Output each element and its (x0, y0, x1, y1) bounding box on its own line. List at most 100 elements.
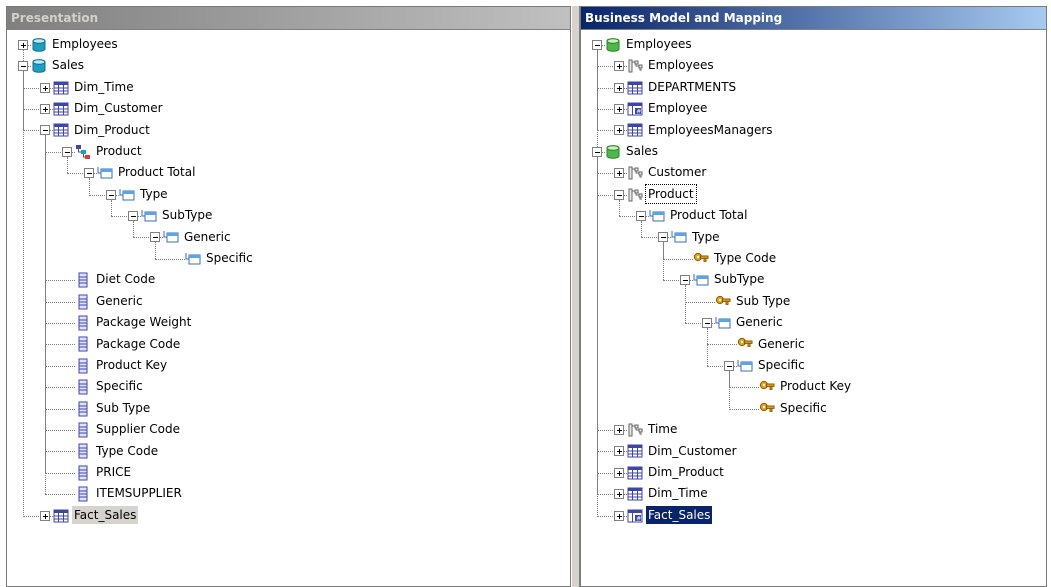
tree-node-label: Product Key (780, 379, 852, 394)
expand-toggle-icon[interactable] (614, 467, 624, 478)
collapse-toggle-icon[interactable] (592, 146, 602, 157)
tree-connector (729, 408, 759, 410)
tree-node-label: Sub Type (96, 400, 151, 415)
tree-node-label: DEPARTMENTS (648, 79, 737, 94)
table-icon (627, 443, 643, 459)
catalog-icon (31, 37, 47, 53)
expand-toggle-icon[interactable] (40, 82, 50, 93)
tree-node-label: Generic (758, 336, 805, 351)
key-icon (715, 294, 731, 310)
table-icon (53, 80, 69, 96)
tree-node-label: Dim_Customer (648, 443, 737, 458)
tree-connector (67, 156, 68, 174)
tree-node-label: Specific (758, 358, 805, 372)
collapse-toggle-icon[interactable] (636, 210, 646, 221)
tree-node-label: Product Total (118, 165, 196, 180)
tree-connector (23, 71, 24, 516)
expand-toggle-icon[interactable] (614, 424, 624, 435)
svg-text:#: # (636, 515, 641, 522)
tree-connector (45, 472, 75, 474)
column-icon (75, 443, 91, 459)
business-model-icon (605, 144, 621, 160)
level-icon (141, 208, 157, 224)
collapse-toggle-icon[interactable] (40, 125, 50, 136)
collapse-toggle-icon[interactable] (680, 275, 690, 286)
business-model-icon (605, 37, 621, 53)
collapse-toggle-icon[interactable] (18, 61, 28, 72)
tree-node-label: Product (96, 144, 142, 158)
tree-connector (155, 242, 156, 259)
tree-node-label: Sub Type (736, 293, 791, 308)
dimension-icon (627, 58, 643, 74)
tree-connector (23, 49, 24, 62)
tree-node-label: Generic (736, 315, 783, 330)
collapse-toggle-icon[interactable] (702, 317, 712, 328)
tree-node-label: Customer (648, 165, 707, 180)
expand-toggle-icon[interactable] (614, 510, 624, 521)
tree-connector (619, 199, 620, 216)
expand-toggle-icon[interactable] (614, 82, 624, 93)
expand-toggle-icon[interactable] (614, 489, 624, 500)
collapse-toggle-icon[interactable] (724, 360, 734, 371)
tree-node-label: Type (140, 186, 168, 201)
tree-connector (45, 387, 75, 389)
tree-node-label: Employee (648, 101, 708, 116)
level-icon (119, 187, 135, 203)
tree-node-label: Sales (626, 144, 658, 158)
expand-toggle-icon[interactable] (614, 103, 624, 114)
presentation-panel: Presentation Employees Sales Dim_Time Dim_C… (6, 6, 571, 587)
tree-connector (45, 451, 75, 453)
expand-toggle-icon[interactable] (40, 103, 50, 114)
tree-node-label: Type Code (96, 443, 159, 458)
collapse-toggle-icon[interactable] (84, 168, 94, 179)
collapse-toggle-icon[interactable] (106, 189, 116, 200)
business-model-panel-title: Business Model and Mapping (581, 7, 1046, 30)
column-icon (75, 272, 91, 288)
tree-node-label: EmployeesManagers (648, 122, 773, 137)
tree-node-label: Generic (184, 229, 231, 244)
level-icon (97, 165, 113, 181)
tree-node-label: Product Total (670, 208, 748, 223)
tree-connector (45, 429, 75, 431)
tree-connector (663, 242, 664, 281)
expand-toggle-icon[interactable] (614, 168, 624, 179)
tree-node-label: Employees (626, 37, 692, 51)
expand-toggle-icon[interactable] (614, 61, 624, 72)
collapse-toggle-icon[interactable] (614, 189, 624, 200)
collapse-toggle-icon[interactable] (62, 146, 72, 157)
level-icon (163, 229, 179, 245)
tree-node-label: Package Weight (96, 315, 192, 330)
expand-toggle-icon[interactable] (614, 446, 624, 457)
tree-node-label: Dim_Customer (74, 101, 163, 116)
level-icon (671, 229, 687, 245)
expand-toggle-icon[interactable] (18, 39, 28, 50)
presentation-panel-title: Presentation (7, 7, 570, 30)
tree-node-label: Dim_Time (74, 79, 134, 94)
business-model-panel: Business Model and Mapping Employees Empl… (580, 6, 1047, 587)
table-icon (627, 486, 643, 502)
tree-connector (45, 408, 75, 410)
table-icon (53, 101, 69, 117)
tree-connector (685, 301, 715, 303)
expand-toggle-icon[interactable] (614, 125, 624, 136)
tree-node-label: Supplier Code (96, 422, 180, 437)
tree-node-label: PRICE (96, 465, 132, 479)
tree-connector (45, 280, 75, 282)
tree-node-label: ITEMSUPPLIER (96, 486, 182, 501)
column-icon (75, 379, 91, 395)
tree-node-label: Diet Code (96, 272, 156, 287)
tree-connector (729, 387, 759, 389)
collapse-toggle-icon[interactable] (128, 210, 138, 221)
pane-splitter[interactable] (571, 6, 580, 587)
tree-node-label: Generic (96, 293, 143, 308)
collapse-toggle-icon[interactable] (150, 232, 160, 243)
collapse-toggle-icon[interactable] (592, 39, 602, 50)
tree-node-label: Time (648, 422, 678, 437)
tree-node-label: Fact_Sales (646, 505, 713, 524)
tree-node-label: Type (692, 229, 720, 244)
collapse-toggle-icon[interactable] (658, 232, 668, 243)
tree-connector (641, 220, 642, 238)
tree-node-label: Dim_Product (648, 465, 724, 479)
expand-toggle-icon[interactable] (40, 510, 50, 521)
key-icon (759, 401, 775, 417)
